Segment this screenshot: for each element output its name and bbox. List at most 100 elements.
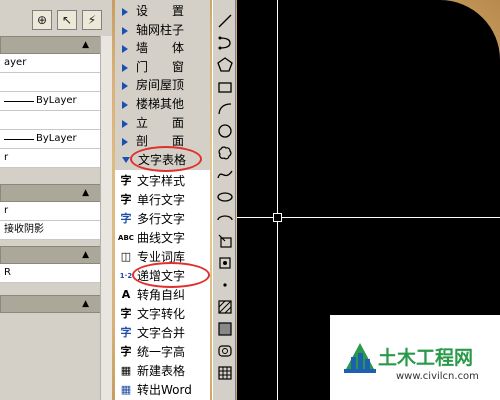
submenu-arrow-icon (122, 8, 128, 16)
submenu-item-icon: ABC (118, 234, 134, 242)
pickbox-cursor (273, 213, 282, 222)
property-value: ByLayer (36, 133, 77, 144)
submenu-arrow-icon (122, 26, 128, 35)
submenu-item[interactable]: ▦ 转出Word (115, 381, 210, 400)
menu-item-label: 门 窗 (136, 59, 185, 74)
menu-item[interactable]: 设 置 (115, 2, 210, 21)
collapse-icon: ▲ (82, 40, 89, 50)
menu-item[interactable]: 立 面 (115, 114, 210, 133)
highlight-circle-header (130, 146, 202, 172)
insert-block-icon[interactable] (216, 232, 234, 250)
property-row[interactable]: r (0, 149, 112, 168)
watermark-url: www.civilcn.com (396, 371, 479, 382)
properties-toolbar: ⊕ ↖ ⚡ (0, 0, 112, 36)
property-row[interactable]: 接收阴影 (0, 221, 112, 240)
revcloud-icon[interactable] (216, 144, 234, 162)
table-icon[interactable] (216, 364, 234, 382)
menu-item-label: 房间屋顶 (136, 78, 185, 93)
menu-item[interactable]: 墙 体 (115, 39, 210, 58)
highlight-circle-increment-text (132, 262, 210, 288)
submenu-arrow-icon (122, 63, 128, 72)
tangent-menu: 设 置轴网柱子墙 体门 窗房间屋顶 楼梯其他立 面剖 面 文字表格 字文字样式字单… (115, 0, 210, 400)
property-row[interactable]: ByLayer (0, 92, 112, 111)
quick-select-icon[interactable]: ⚡ (82, 10, 102, 30)
property-value: R (4, 267, 11, 278)
submenu-item[interactable]: 字文字合并 (115, 324, 210, 343)
submenu-item-icon: 字 (120, 307, 132, 320)
rectangle-icon[interactable] (216, 78, 234, 96)
menu-item-label: 墙 体 (136, 41, 185, 56)
submenu-item-icon: 字 (120, 212, 132, 225)
submenu-item-icon: 字 (120, 174, 132, 187)
submenu-item[interactable]: 字单行文字 (115, 191, 210, 210)
property-row[interactable] (0, 73, 112, 92)
section-plot[interactable]: ▲ (0, 246, 112, 264)
submenu-item-label: 多行文字 (137, 212, 186, 226)
submenu-item[interactable]: 字多行文字 (115, 210, 210, 229)
property-value: 接收阴影 (4, 224, 44, 235)
linetype-sample (4, 139, 34, 140)
crosshair-vertical (277, 0, 278, 400)
polygon-icon[interactable] (216, 56, 234, 74)
submenu-item[interactable]: 字文字转化 (115, 305, 210, 324)
menu-item[interactable]: 楼梯其他 (115, 95, 210, 114)
property-row[interactable]: ayer (0, 54, 112, 73)
properties-scrollbar[interactable] (100, 36, 112, 400)
submenu-item-icon: 字 (120, 326, 132, 339)
ellipse-icon[interactable] (216, 188, 234, 206)
submenu-item[interactable]: A 转角自纠 (115, 286, 210, 305)
menu-item-label: 轴网柱子 (136, 22, 185, 37)
menu-item[interactable]: 门 窗 (115, 58, 210, 77)
collapse-icon: ▲ (82, 188, 89, 198)
submenu-arrow-icon (122, 45, 128, 54)
section-3d[interactable]: ▲ (0, 184, 112, 202)
submenu-item[interactable]: 字统一字高 (115, 343, 210, 362)
submenu-item-label: 曲线文字 (137, 231, 186, 245)
submenu-arrow-icon (122, 101, 128, 109)
region-icon[interactable] (216, 342, 234, 360)
spline-icon[interactable] (216, 166, 234, 184)
submenu-item[interactable]: ABC 曲线文字 (115, 229, 210, 248)
submenu-item[interactable]: 字文字样式 (115, 172, 210, 191)
section-view[interactable]: ▲ (0, 295, 112, 313)
submenu-item-label: 新建表格 (137, 364, 186, 378)
circle-icon[interactable] (216, 122, 234, 140)
submenu-item-icon: 字 (120, 345, 132, 358)
property-row[interactable]: ByLayer (0, 130, 112, 149)
submenu-item-label: 文字转化 (137, 307, 186, 321)
gradient-icon[interactable] (216, 320, 234, 338)
menu-item[interactable]: 轴网柱子 (115, 21, 210, 40)
properties-panel: ⊕ ↖ ⚡ ▲ ayer ByLayer ByLayer r ▲ r 接收阴影 ▲ R … (0, 0, 112, 400)
select-objects-icon[interactable]: ↖ (57, 10, 77, 30)
menu-item[interactable]: 房间屋顶 (115, 76, 210, 95)
collapse-icon: ▲ (82, 250, 89, 260)
toggle-pickadd-icon[interactable]: ⊕ (32, 10, 52, 30)
submenu-arrow-icon (122, 82, 128, 91)
property-row[interactable]: r (0, 202, 112, 221)
submenu-item-icon: ▦ (120, 364, 132, 377)
submenu-item-icon: A (121, 288, 131, 301)
watermark: 土木工程网 www.civilcn.com (330, 315, 500, 400)
menu-item-label: 设 置 (136, 4, 185, 18)
point-icon[interactable] (216, 276, 234, 294)
property-value: r (4, 205, 9, 216)
property-row[interactable]: R (0, 264, 112, 283)
submenu-item-icon: ◫ (120, 250, 132, 263)
line-icon[interactable] (216, 12, 234, 30)
property-value: ayer (4, 57, 27, 68)
submenu-item-label: 统一字高 (137, 345, 186, 359)
make-block-icon[interactable] (216, 254, 234, 272)
submenu-item-label: 文字样式 (137, 174, 186, 188)
xline-icon[interactable] (216, 34, 234, 52)
submenu-item-label: 转角自纠 (137, 288, 186, 302)
arc-icon[interactable] (216, 100, 234, 118)
hatch-icon[interactable] (216, 298, 234, 316)
section-general[interactable]: ▲ (0, 36, 112, 54)
submenu-item[interactable]: ▦ 新建表格 (115, 362, 210, 381)
menu-item-label: 立 面 (136, 115, 185, 130)
ellipse-arc-icon[interactable] (216, 210, 234, 228)
property-row[interactable] (0, 111, 112, 130)
expand-arrow-icon (122, 157, 130, 163)
submenu-arrow-icon (122, 138, 128, 147)
watermark-brand: 土木工程网 (378, 347, 474, 369)
